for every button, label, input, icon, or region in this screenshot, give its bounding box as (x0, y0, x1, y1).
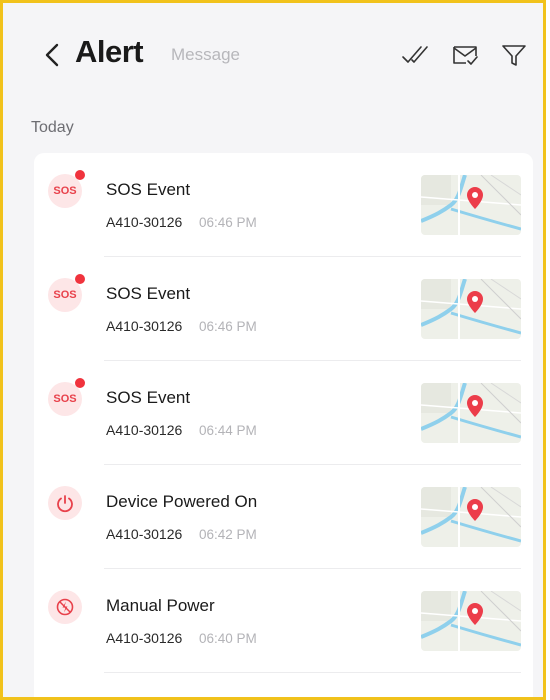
power-off-icon (56, 598, 74, 616)
filter-icon[interactable] (500, 41, 528, 69)
unread-dot (75, 170, 85, 180)
map-thumbnail[interactable] (421, 591, 521, 651)
row-divider (104, 672, 521, 673)
app-frame: Alert Message Today SOS SOS Event A410-3… (0, 0, 546, 700)
alert-list: SOS SOS Event A410-30126 06:46 PM SOS SO… (34, 153, 533, 697)
alert-time: 06:42 PM (199, 527, 257, 542)
mail-check-icon[interactable] (451, 41, 479, 69)
alert-row[interactable]: SOS SOS Event A410-30126 06:46 PM (34, 257, 533, 361)
map-thumbnail[interactable] (421, 487, 521, 547)
alert-device: A410-30126 (106, 422, 183, 438)
alert-title: Manual Power (106, 596, 215, 615)
map-thumbnail[interactable] (421, 175, 521, 235)
page-title: Alert (75, 34, 144, 69)
sos-badge: SOS (48, 170, 85, 208)
alert-time: 06:44 PM (199, 423, 257, 438)
alert-title: SOS Event (106, 284, 191, 303)
sos-badge: SOS (48, 274, 85, 312)
alert-time: 06:46 PM (199, 215, 257, 230)
power-off-badge (48, 590, 82, 624)
alert-time: 06:46 PM (199, 319, 257, 334)
alert-title: Device Powered On (106, 492, 258, 511)
alert-device: A410-30126 (106, 630, 183, 646)
map-thumbnail[interactable] (421, 383, 521, 443)
alert-device: A410-30126 (106, 526, 183, 542)
alert-device: A410-30126 (106, 214, 183, 230)
unread-dot (75, 274, 85, 284)
sos-icon: SOS (53, 393, 77, 405)
alert-row[interactable]: Manual Power A410-30126 06:40 PM (34, 569, 533, 673)
sos-icon: SOS (53, 289, 77, 301)
header: Alert Message (3, 3, 543, 103)
power-badge (48, 486, 82, 520)
power-icon (57, 495, 73, 513)
page-subtitle: Message (171, 45, 240, 64)
alert-row[interactable]: Device Powered On A410-30126 06:42 PM (34, 465, 533, 569)
alert-time: 06:40 PM (199, 631, 257, 646)
alert-title: SOS Event (106, 180, 191, 199)
alert-row[interactable]: SOS SOS Event A410-30126 06:44 PM (34, 361, 533, 465)
section-label-today: Today (31, 119, 74, 136)
alert-row[interactable]: SOS SOS Event A410-30126 06:46 PM (34, 153, 533, 257)
back-icon[interactable] (39, 35, 65, 75)
alert-device: A410-30126 (106, 318, 183, 334)
mark-all-read-icon[interactable] (401, 41, 429, 69)
sos-badge: SOS (48, 378, 85, 416)
unread-dot (75, 378, 85, 388)
alert-title: SOS Event (106, 388, 191, 407)
sos-icon: SOS (53, 185, 77, 197)
map-thumbnail[interactable] (421, 279, 521, 339)
